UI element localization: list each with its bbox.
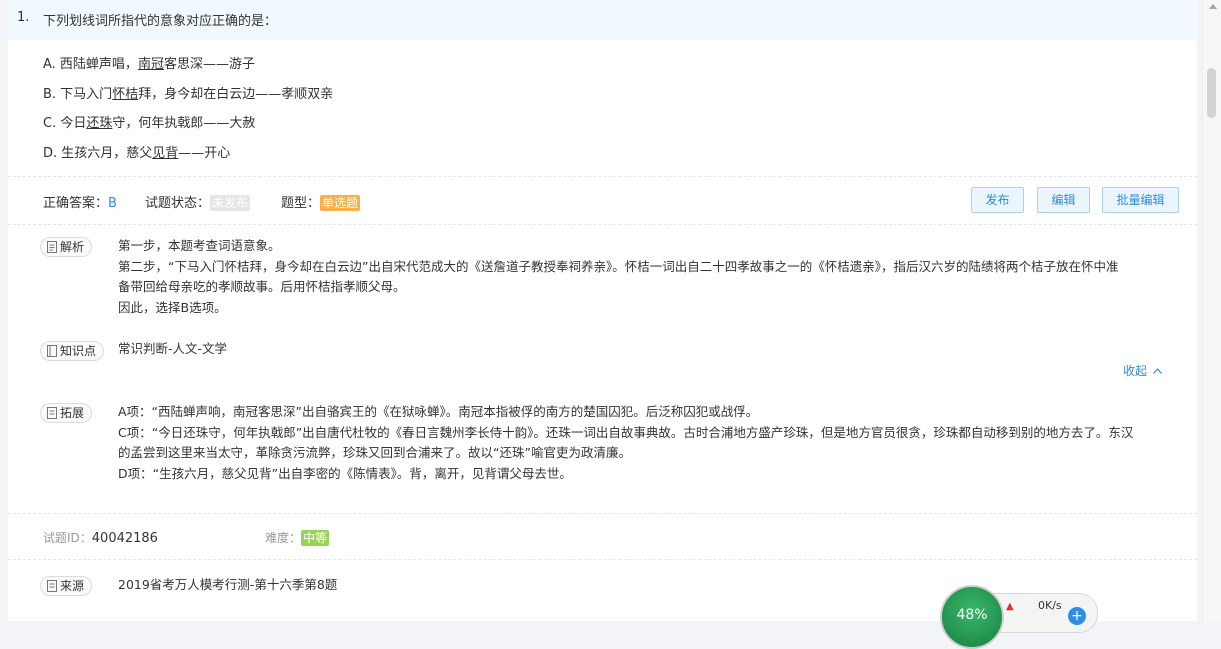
analysis-line: 备带回给母亲吃的孝顺故事。后用怀桔指孝顺父母。 [118, 279, 406, 294]
option-b-underline: 怀桔 [112, 87, 139, 102]
id-label: 试题ID： [43, 531, 92, 545]
knowledge-value: 常识判断-人文-文学 [118, 339, 227, 360]
option-b-suffix: 拜，身今却在白云边——孝顺双亲 [138, 87, 334, 102]
batch-edit-button[interactable]: 批量编辑 [1102, 187, 1179, 213]
divider [8, 513, 1197, 514]
extension-line: 的孟尝到这里来当太守，革除贪污流弊，珍珠又回到合浦来了。故以“还珠”喻官吏为政清… [118, 445, 631, 460]
option-d: D. 生孩六月，慈父见背——开心 [43, 142, 230, 161]
analysis-line: 因此，选择B选项。 [118, 299, 227, 315]
analysis-label: 解析 [60, 240, 85, 254]
analysis-tag: 解析 [40, 237, 93, 257]
upload-arrow-icon: ▲ [1006, 601, 1014, 612]
type-meta: 题型： 单选题 [281, 192, 361, 211]
knowledge-text: 常识判断-人文-文学 [118, 341, 228, 356]
divider [8, 224, 1197, 225]
analysis-line: 第一步，本题考查词语意象。 [118, 238, 281, 253]
option-c: C. 今日还珠守，何年执戟郎——大赦 [43, 112, 255, 131]
type-label: 题型： [281, 196, 321, 211]
difficulty: 难度： 中等 [265, 529, 330, 546]
answer-meta: 正确答案：B [43, 192, 117, 211]
scrollbar-thumb[interactable] [1207, 68, 1216, 118]
answer-value: B [108, 196, 117, 211]
source-tag: 来源 [40, 576, 93, 596]
collapse-toggle[interactable]: 收起 [1123, 362, 1162, 379]
difficulty-label: 难度： [265, 531, 302, 545]
option-b-prefix: B. 下马入门 [43, 87, 113, 102]
status-label: 试题状态： [145, 196, 211, 211]
status-meta: 试题状态： 未发布 [145, 192, 251, 211]
edit-button[interactable]: 编辑 [1037, 187, 1090, 213]
option-c-underline: 还珠 [86, 116, 113, 131]
analysis-text: 第一步，本题考查词语意象。 第二步，“下马入门怀桔拜，身今却在白云边”出自宋代范… [118, 236, 1118, 318]
analysis-line: 第二步，“下马入门怀桔拜，身今却在白云边”出自宋代范成大的《送詹道子教授奉祠养亲… [118, 258, 1119, 274]
status-badge: 未发布 [210, 195, 251, 211]
option-d-underline: 见背 [152, 146, 179, 161]
knowledge-tag: 知识点 [40, 341, 105, 361]
question-header: 1. 下列划线词所指代的意象对应正确的是： [8, 0, 1197, 40]
speed-value: 0K/s [1038, 599, 1062, 612]
option-c-prefix: C. 今日 [43, 116, 87, 131]
network-speed-widget[interactable]: 48% ▲ 0K/s + [940, 585, 1100, 649]
option-a: A. 西陆蝉声唱，南冠客思深——游子 [43, 53, 255, 72]
option-b: B. 下马入门怀桔拜，身今却在白云边——孝顺双亲 [43, 83, 333, 102]
source-value: 2019省考万人模考行测-第十六季第8题 [118, 575, 337, 596]
extension-line: A项：“西陆蝉声响，南冠客思深”出自骆宾王的《在狱咏蝉》。南冠本指被俘的南方的楚… [118, 404, 759, 419]
plus-icon[interactable]: + [1068, 607, 1086, 625]
memory-percent: 48% [940, 585, 1004, 649]
publish-button[interactable]: 发布 [971, 187, 1024, 213]
collapse-label: 收起 [1123, 364, 1148, 378]
document-icon [47, 580, 57, 592]
question-card: 1. 下列划线词所指代的意象对应正确的是： A. 西陆蝉声唱，南冠客思深——游子… [8, 0, 1197, 621]
id-value: 40042186 [91, 531, 158, 546]
type-badge: 单选题 [320, 195, 361, 211]
extension-tag: 拓展 [40, 403, 93, 423]
scroll-up-icon[interactable] [1209, 4, 1217, 9]
divider [8, 176, 1197, 177]
source-label: 来源 [60, 579, 85, 593]
expand-icon [47, 407, 57, 419]
chevron-up-icon [1152, 368, 1162, 374]
scrollbar[interactable] [1202, 0, 1221, 621]
question-number: 1. [17, 10, 30, 25]
extension-label: 拓展 [60, 406, 85, 420]
extension-line: C项：“今日还珠守，何年执戟郎”出自唐代杜牧的《春日言魏州李长侍十韵》。还珠一词… [118, 424, 1134, 440]
option-a-underline: 南冠 [137, 57, 164, 72]
extension-line: D项：“生孩六月，慈父见背”出自李密的《陈情表》。背，离开，见背谓父母去世。 [118, 465, 572, 481]
answer-label: 正确答案： [43, 196, 109, 211]
source-text: 2019省考万人模考行测-第十六季第8题 [118, 577, 338, 592]
question-id: 试题ID：40042186 [43, 529, 158, 546]
option-c-suffix: 守，何年执戟郎——大赦 [112, 116, 256, 131]
book-icon [47, 345, 57, 357]
question-title: 下列划线词所指代的意象对应正确的是： [43, 14, 278, 29]
extension-text: A项：“西陆蝉声响，南冠客思深”出自骆宾王的《在狱咏蝉》。南冠本指被俘的南方的楚… [118, 402, 1133, 484]
option-d-prefix: D. 生孩六月，慈父 [43, 146, 153, 161]
difficulty-badge: 中等 [301, 530, 330, 546]
option-d-suffix: ——开心 [178, 146, 231, 161]
document-icon [47, 241, 57, 253]
option-a-suffix: 客思深——游子 [163, 57, 255, 72]
divider [8, 559, 1197, 560]
knowledge-label: 知识点 [60, 344, 97, 358]
option-a-prefix: A. 西陆蝉声唱， [43, 57, 138, 72]
